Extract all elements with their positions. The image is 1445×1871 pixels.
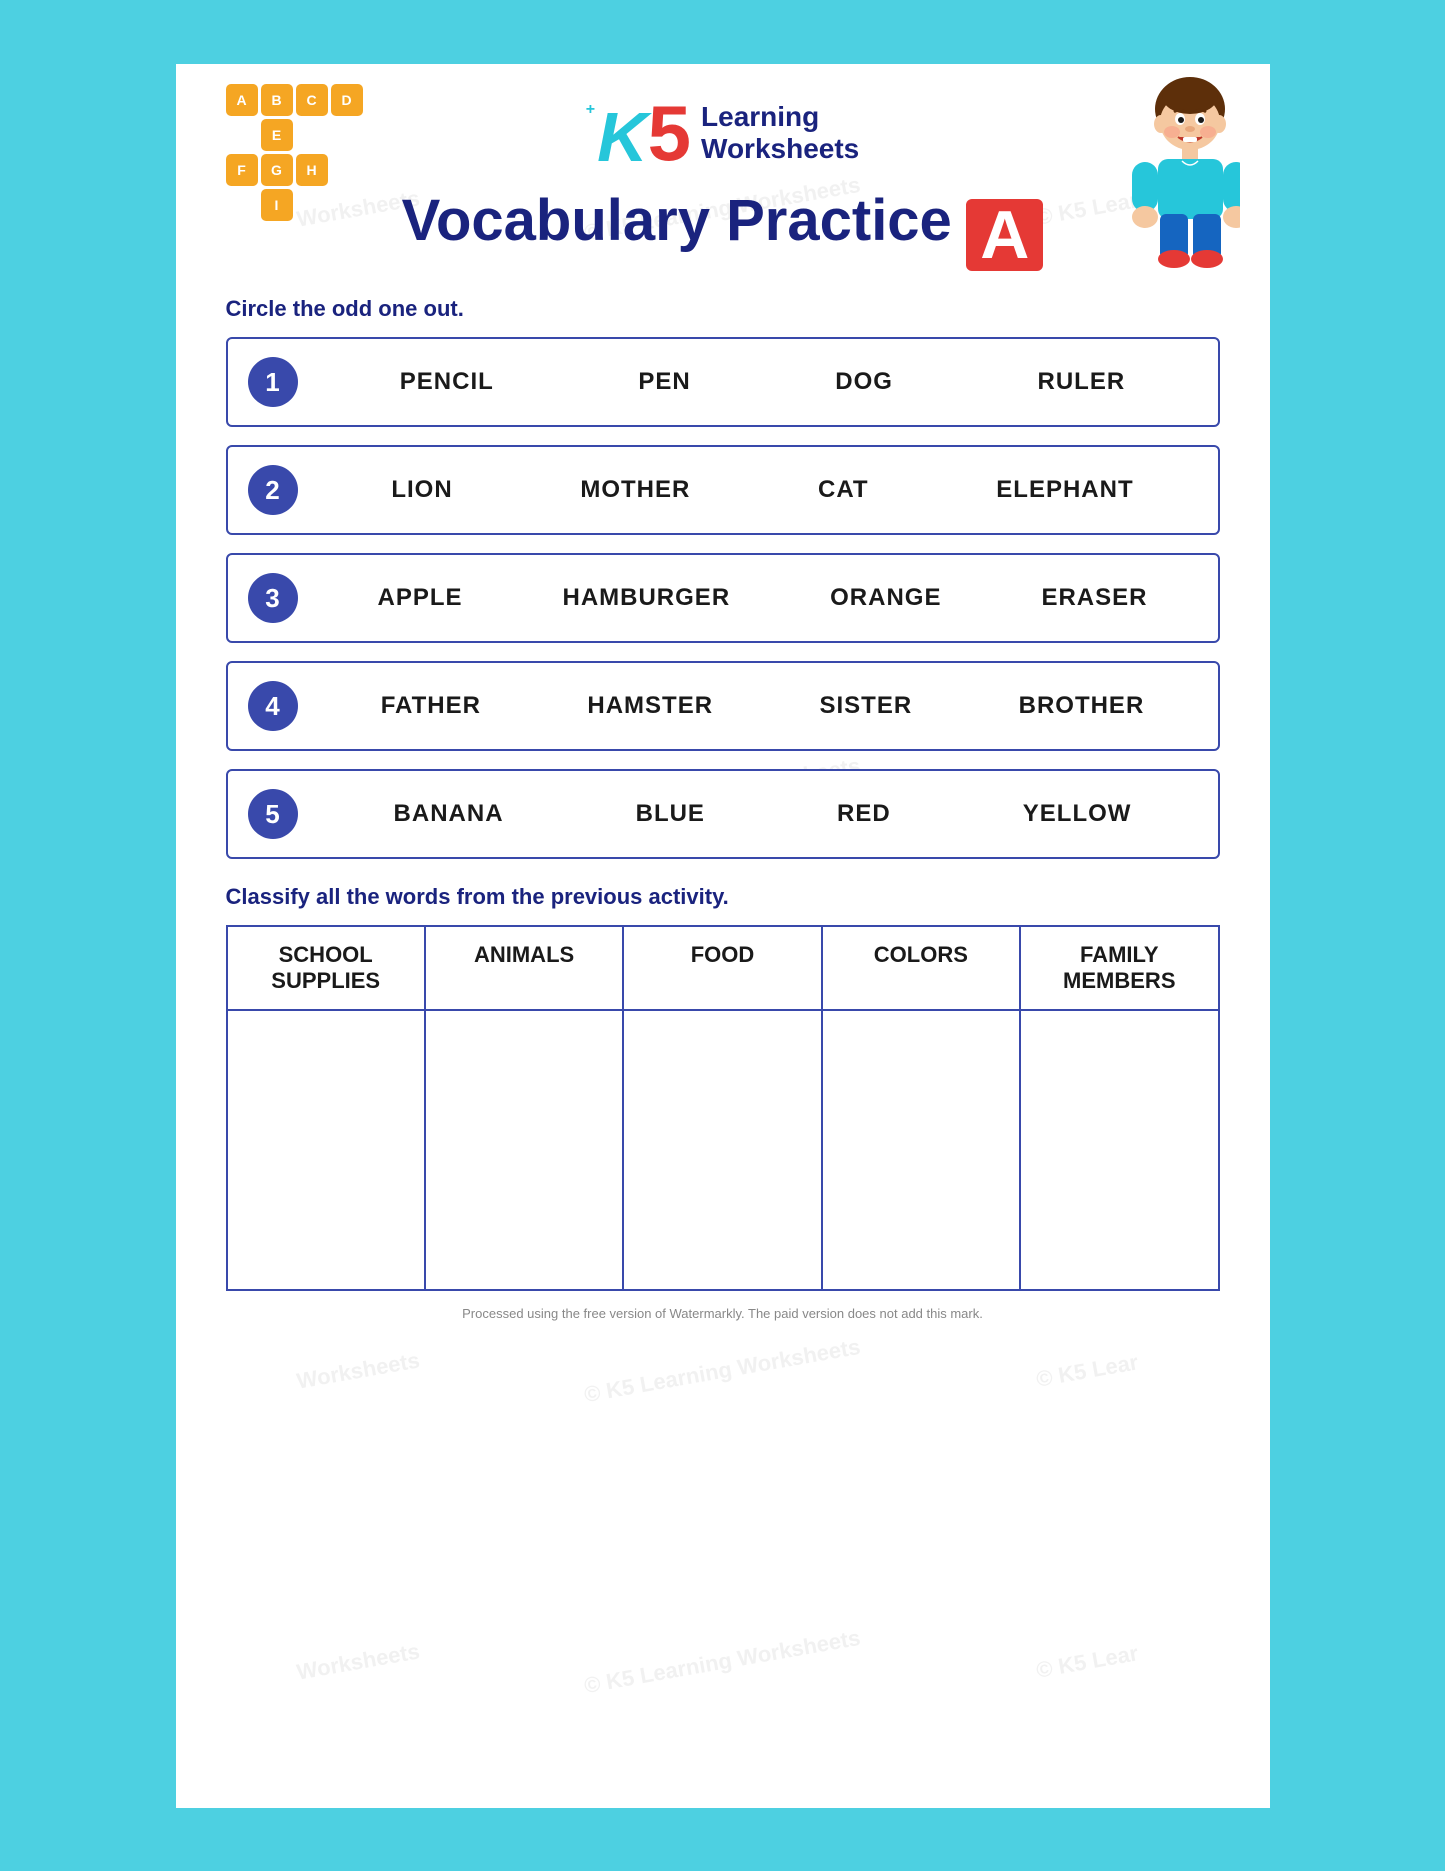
brand-text: Learning Worksheets [701,101,859,165]
col-family-members: FAMILY MEMBERS [1020,926,1218,1010]
tile-empty-3 [331,119,363,151]
brand-worksheets: Worksheets [701,133,859,165]
word-1-2: PEN [638,368,690,396]
word-2-1: LION [391,476,452,504]
exercise-row-3: 3 APPLE HAMBURGER ORANGE ERASER [226,553,1220,643]
tile-g: G [261,154,293,186]
word-3-2: HAMBURGER [562,584,730,612]
tile-empty-1 [226,119,258,151]
tile-a: A [226,84,258,116]
word-1-1: PENCIL [400,368,494,396]
word-2-4: ELEPHANT [996,476,1133,504]
word-4-3: SISTER [819,692,912,720]
cell-colors [822,1010,1020,1290]
exercise-words-5: BANANA BLUE RED YELLOW [328,800,1198,828]
k5-logo: + K 5 [586,94,691,172]
exercise-words-3: APPLE HAMBURGER ORANGE ERASER [328,584,1198,612]
worksheet-page: Worksheets © K5 Learning Worksheets © K5… [173,61,1273,1811]
word-4-1: FATHER [381,692,481,720]
classify-answer-row [227,1010,1219,1290]
word-4-4: BROTHER [1019,692,1145,720]
exercise-row-4: 4 FATHER HAMSTER SISTER BROTHER [226,661,1220,751]
bottom-note: Processed using the free version of Wate… [226,1306,1220,1321]
tile-c: C [296,84,328,116]
word-5-4: YELLOW [1023,800,1132,828]
brand-center: + K 5 Learning Worksheets [586,94,860,172]
classify-table: SCHOOL SUPPLIES ANIMALS FOOD COLORS FAMI… [226,925,1220,1291]
cell-food [623,1010,821,1290]
col-school-supplies: SCHOOL SUPPLIES [227,926,425,1010]
tile-d: D [331,84,363,116]
exercise-number-3: 3 [248,573,298,623]
brand-5: 5 [648,94,691,172]
word-5-3: RED [837,800,891,828]
word-3-4: ERASER [1041,584,1147,612]
word-5-2: BLUE [636,800,705,828]
watermark-17: © K5 Learning Worksheets [518,1487,928,1807]
exercise-number-2: 2 [248,465,298,515]
exercise-words-2: LION MOTHER CAT ELEPHANT [328,476,1198,504]
header: A B C D E F G H I [226,94,1220,172]
exercise-number-1: 1 [248,357,298,407]
circle-instruction: Circle the odd one out. [226,296,1220,322]
word-1-3: DOG [835,368,893,396]
col-colors: COLORS [822,926,1020,1010]
brand-k: K [597,102,648,172]
page-title: Vocabulary Practice [402,188,952,253]
word-2-2: MOTHER [580,476,690,504]
title-area: Vocabulary Practice A [226,187,1220,272]
word-3-1: APPLE [377,584,462,612]
exercise-number-5: 5 [248,789,298,839]
brand-learning: Learning [701,101,859,133]
tile-f: F [226,154,258,186]
exercise-row-5: 5 BANANA BLUE RED YELLOW [226,769,1220,859]
tile-b: B [261,84,293,116]
col-animals: ANIMALS [425,926,623,1010]
watermark-16: Worksheets [176,1487,563,1807]
tile-empty-2 [296,119,328,151]
word-3-3: ORANGE [830,584,941,612]
col-food: FOOD [623,926,821,1010]
exercise-row-2: 2 LION MOTHER CAT ELEPHANT [226,445,1220,535]
watermark-18: © K5 Lear [882,1487,1269,1807]
word-2-3: CAT [818,476,869,504]
classify-instruction: Classify all the words from the previous… [226,884,1220,910]
exercise-words-4: FATHER HAMSTER SISTER BROTHER [328,692,1198,720]
exercise-number-4: 4 [248,681,298,731]
exercises-container: 1 PENCIL PEN DOG RULER 2 LION MOTHER CAT ELEPHANT… [226,337,1220,859]
cell-animals [425,1010,623,1290]
tile-e: E [261,119,293,151]
tile-empty-4 [331,154,363,186]
word-1-4: RULER [1038,368,1126,396]
word-5-1: BANANA [394,800,504,828]
title-letter: A [966,199,1043,271]
plus-sign: + [586,102,595,118]
classify-body [227,1010,1219,1290]
exercise-row-1: 1 PENCIL PEN DOG RULER [226,337,1220,427]
cell-family-members [1020,1010,1218,1290]
tile-h: H [296,154,328,186]
exercise-words-1: PENCIL PEN DOG RULER [328,368,1198,396]
word-4-2: HAMSTER [587,692,713,720]
classify-header-row: SCHOOL SUPPLIES ANIMALS FOOD COLORS FAMI… [227,926,1219,1010]
cell-school-supplies [227,1010,425,1290]
